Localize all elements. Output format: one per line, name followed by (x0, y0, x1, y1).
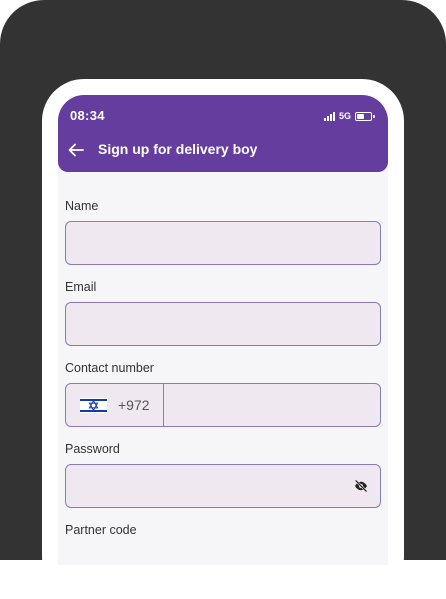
phone-number-input[interactable] (164, 384, 380, 426)
network-type: 5G (338, 111, 351, 121)
password-input[interactable] (66, 465, 380, 507)
partner-code-label: Partner code (65, 523, 137, 537)
signal-icon (323, 111, 335, 121)
eye-off-icon (355, 479, 368, 493)
phone-number-field[interactable] (164, 384, 380, 426)
dial-code: +972 (118, 397, 150, 413)
email-field[interactable] (65, 302, 381, 346)
status-time: 08:34 (70, 108, 105, 123)
country-code-selector[interactable]: +972 (66, 384, 164, 426)
email-label: Email (65, 280, 97, 294)
back-button[interactable] (66, 141, 86, 159)
name-field[interactable] (65, 221, 381, 265)
arrow-left-icon (68, 143, 84, 157)
contact-field: +972 (65, 383, 381, 427)
password-field[interactable] (65, 464, 381, 508)
battery-icon (355, 111, 375, 121)
name-input[interactable] (66, 222, 380, 264)
status-icons: 5G (323, 110, 375, 122)
email-input[interactable] (66, 303, 380, 345)
name-label: Name (65, 199, 99, 213)
israel-flag-icon (80, 398, 107, 413)
toggle-password-visibility-button[interactable] (354, 479, 368, 493)
page-title: Sign up for delivery boy (98, 141, 258, 157)
app-header: 08:34 5G Sign up for delivery boy (58, 95, 388, 172)
app-screen: 08:34 5G Sign up for delivery boy Name E… (58, 95, 388, 565)
password-label: Password (65, 442, 120, 456)
contact-label: Contact number (65, 361, 154, 375)
